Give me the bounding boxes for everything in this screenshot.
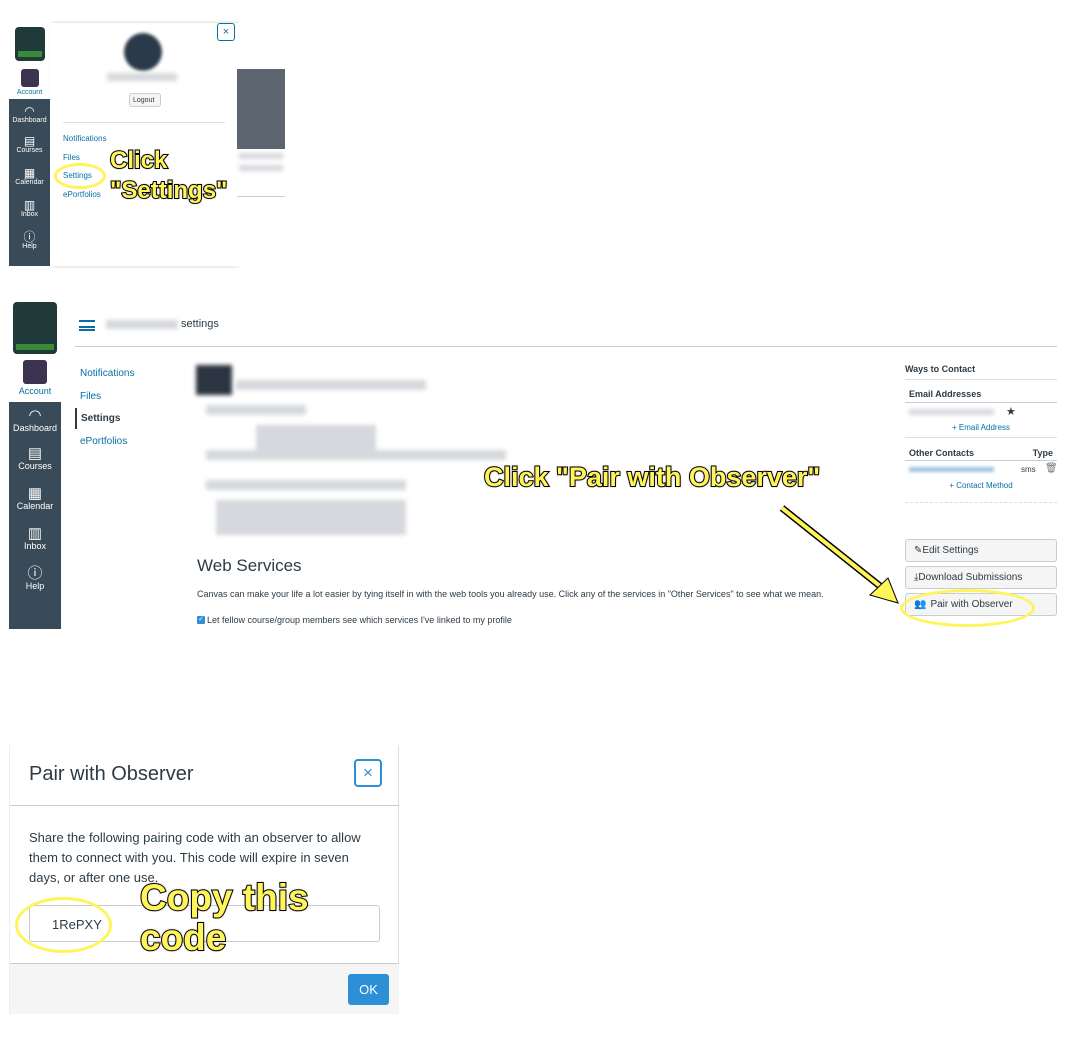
global-nav: Account ◠ Dashboard ▤ Courses ▦ Calendar ▥ I… — [9, 23, 50, 266]
divider — [63, 122, 225, 123]
avatar — [20, 69, 39, 87]
user-name — [107, 73, 177, 81]
contact-row: sms 🗑 — [905, 461, 1058, 479]
nav-inbox[interactable]: ▥ Inbox — [9, 195, 50, 227]
school-logo — [9, 300, 61, 356]
dashboard-icon: ◠ — [28, 407, 42, 424]
calendar-icon: ▦ — [27, 485, 43, 502]
nav-account[interactable]: Account — [9, 65, 50, 99]
profile-blurred — [196, 355, 516, 555]
nav-courses[interactable]: ▤ Courses — [9, 131, 50, 163]
inbox-icon: ▥ — [23, 198, 36, 212]
dashboard-icon: ◠ — [24, 104, 35, 118]
breadcrumb-settings: settings — [181, 318, 219, 330]
other-contacts-header: Other Contacts Type — [905, 438, 1057, 461]
show-services-checkbox[interactable]: ✓ — [197, 616, 205, 624]
dialog-divider — [10, 805, 399, 806]
nav-help[interactable]: ⓘ Help — [9, 562, 61, 602]
nav-inbox[interactable]: ▥ Inbox — [9, 522, 61, 562]
help-icon: ⓘ — [23, 230, 36, 244]
dialog-close-button[interactable]: × — [354, 759, 382, 787]
nav-notifications[interactable]: Notifications — [80, 368, 134, 379]
ok-button[interactable]: OK — [348, 974, 389, 1005]
email-header: Email Addresses — [905, 380, 1057, 403]
nav-files[interactable]: Files — [80, 391, 101, 402]
star-icon[interactable]: ★ — [1006, 405, 1016, 418]
courses-icon: ▤ — [27, 445, 43, 462]
nav-account[interactable]: Account — [9, 356, 61, 402]
nav-help[interactable]: ⓘ Help — [9, 227, 50, 259]
show-services-label: Let fellow course/group members see whic… — [207, 615, 512, 625]
logout-button[interactable]: Logout — [129, 93, 161, 107]
download-submissions-button[interactable]: ⤓ Download Submissions — [905, 566, 1057, 589]
edit-settings-button[interactable]: ✎ Edit Settings — [905, 539, 1057, 562]
nav-courses[interactable]: ▤ Courses — [9, 442, 61, 482]
close-button[interactable]: × — [217, 23, 235, 41]
nav-dashboard[interactable]: ◠ Dashboard — [9, 402, 61, 442]
dialog-title: Pair with Observer — [29, 763, 194, 785]
web-services-description: Canvas can make your life a lot easier b… — [197, 589, 824, 599]
add-contact-method-button[interactable]: + Contact Method — [905, 479, 1057, 503]
nav-dashboard[interactable]: ◠ Dashboard — [9, 99, 50, 131]
help-icon: ⓘ — [27, 565, 43, 582]
ways-to-contact: Ways to Contact Email Addresses ★ + Emai… — [905, 364, 1058, 503]
tray-link-eportfolios[interactable]: ePortfolios — [63, 190, 101, 199]
highlight-code — [15, 897, 112, 953]
global-nav: Account ◠ Dashboard ▤ Courses ▦ Calendar ▥ I… — [9, 300, 61, 629]
breadcrumb-user — [106, 320, 178, 329]
courses-icon: ▤ — [23, 134, 36, 148]
web-services-title: Web Services — [197, 556, 302, 575]
avatar — [23, 360, 47, 384]
callout-arrow — [779, 505, 899, 604]
callout-click-pair: Click "Pair with Observer" — [483, 461, 821, 493]
profile-avatar — [124, 33, 162, 71]
tray-link-files[interactable]: Files — [63, 153, 80, 162]
header-divider — [75, 346, 1057, 347]
callout-copy-code: Copy this code — [139, 877, 310, 959]
dialog-footer: OK — [10, 963, 399, 1014]
nav-settings-active[interactable]: Settings — [75, 408, 120, 429]
highlight-pair-button — [900, 589, 1035, 627]
nav-calendar[interactable]: ▦ Calendar — [9, 163, 50, 195]
nav-eportfolios[interactable]: ePortfolios — [80, 436, 127, 447]
nav-calendar[interactable]: ▦ Calendar — [9, 482, 61, 522]
email-row: ★ — [905, 403, 1057, 421]
tray-link-notifications[interactable]: Notifications — [63, 134, 107, 143]
pencil-icon: ✎ — [914, 545, 923, 556]
callout-click-settings: Click "Settings" — [109, 146, 228, 205]
calendar-icon: ▦ — [23, 166, 36, 180]
add-email-button[interactable]: + Email Address — [905, 421, 1057, 438]
highlight-settings — [54, 163, 106, 189]
hamburger-icon[interactable] — [79, 320, 95, 331]
trash-icon[interactable]: 🗑 — [1045, 463, 1058, 474]
inbox-icon: ▥ — [27, 525, 43, 542]
account-tray: × Logout Notifications Files Settings eP… — [50, 23, 237, 266]
step1-panel: Account ◠ Dashboard ▤ Courses ▦ Calendar ▥ I… — [9, 23, 285, 266]
dashboard-background — [237, 23, 285, 266]
school-logo — [9, 23, 50, 65]
ways-title: Ways to Contact — [905, 364, 1057, 380]
